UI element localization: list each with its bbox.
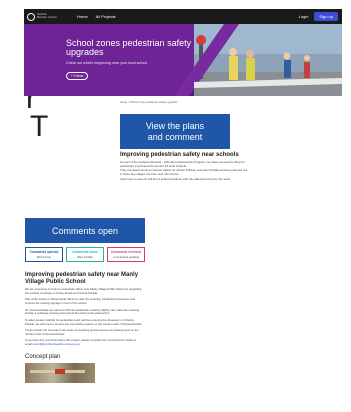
signup-button[interactable]: Sign up: [314, 12, 338, 21]
auth-links: Login Sign up: [299, 12, 338, 21]
hero-title: School zones pedestrian safety upgrades: [66, 38, 192, 58]
logo-icon: [27, 12, 35, 21]
project-detail-card: Comments open Comments opened Wed 14 Apr…: [25, 218, 145, 383]
comments-close-stat: Comments close Wed 12 May: [66, 247, 104, 262]
council-logo[interactable]: Northern Beaches Council: [27, 11, 59, 23]
section-paragraph: If you have any comments about this proj…: [25, 339, 143, 346]
improve-paragraph: They represent work to improve safety fo…: [120, 168, 248, 176]
section-paragraph: To allow greater visibility for pedestri…: [25, 317, 143, 326]
improve-heading: Improving pedestrian safety near schools: [120, 152, 239, 158]
breadcrumb[interactable]: Home > School zones pedestrian safety up…: [120, 101, 177, 104]
section-paragraph: Part of the works on Darley Road will be…: [25, 297, 136, 306]
logo-text: Northern Beaches Council: [37, 12, 57, 19]
section-heading: Improving pedestrian safety near Manly V…: [25, 272, 139, 285]
stat-date: 4 comments updated: [112, 255, 140, 259]
nav-all-projects[interactable]: All Projects: [96, 14, 116, 19]
concept-heading: Concept plan: [25, 353, 61, 360]
crossing-marker: [55, 368, 65, 374]
comment-stats: Comments opened Wed 14 Apr Comments clos…: [25, 247, 145, 262]
section-paragraph: We are proposing to improve pedestrian s…: [25, 287, 142, 295]
stat-date: Wed 12 May: [77, 255, 93, 259]
plans-line-2: and comment: [147, 131, 203, 142]
top-navbar: Northern Beaches Council Home All Projec…: [24, 9, 342, 24]
section-paragraph: These include the removal of two metre a…: [25, 328, 139, 336]
view-plans-button[interactable]: View the plans and comment: [120, 114, 230, 149]
background-glyph: T: [30, 110, 49, 143]
plans-line-1: View the plans: [145, 121, 205, 132]
concept-plan-image[interactable]: [25, 362, 95, 383]
improve-paragraph: Click here to see the full list of schoo…: [120, 177, 248, 182]
stat-title: Comments received: [110, 250, 142, 254]
improve-p3-text: to see the full list of school locations…: [133, 177, 231, 181]
follow-button[interactable]: + Follow: [66, 72, 88, 80]
hero-banner: School zones pedestrian safety upgrades …: [24, 24, 342, 96]
comments-received-stat[interactable]: Comments received 4 comments updated: [107, 247, 145, 262]
nav-home[interactable]: Home: [77, 14, 88, 19]
email-link[interactable]: council@northernbeaches.nsw.gov.au: [32, 342, 79, 346]
main-nav: Home All Projects: [77, 14, 116, 19]
stat-title: Comments close: [72, 250, 98, 254]
comments-opened-stat: Comments opened Wed 14 Apr: [25, 247, 63, 262]
school-list-link[interactable]: Click here: [120, 177, 133, 181]
stat-title: Comments opened: [29, 250, 59, 254]
section-paragraph: On Victoria Parade we intend to shift th…: [25, 307, 140, 316]
hero-subtitle: Check out what's happening near your loc…: [66, 61, 147, 65]
comments-open-banner: Comments open: [25, 218, 145, 243]
stat-date: Wed 14 Apr: [36, 255, 52, 259]
login-link[interactable]: Login: [299, 14, 309, 19]
hero-photo: [24, 24, 342, 96]
